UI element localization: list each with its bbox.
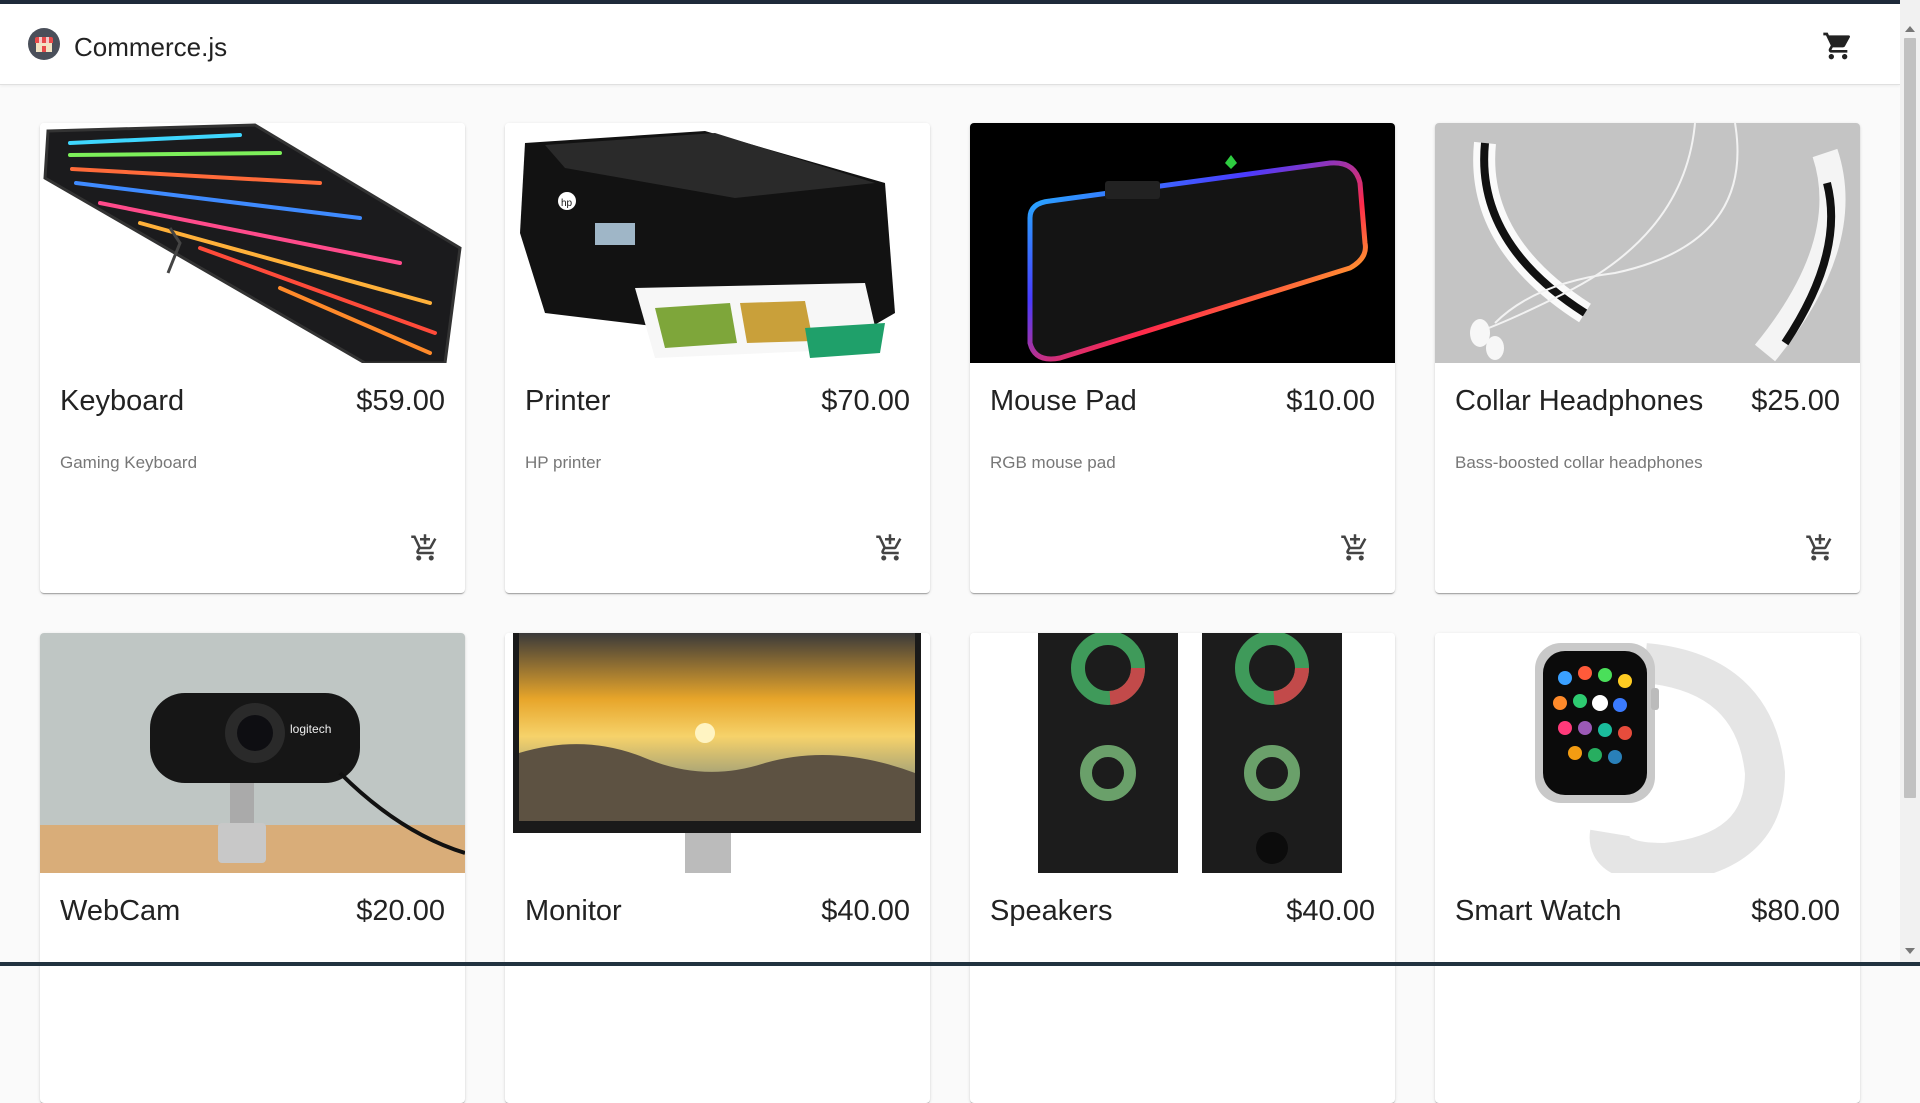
product-price: $59.00 — [356, 385, 445, 417]
mousepad-image — [970, 123, 1395, 363]
add-shopping-cart-icon — [411, 534, 437, 561]
product-name[interactable]: Monitor — [525, 895, 622, 928]
product-price: $70.00 — [821, 385, 910, 417]
headphones-image — [1435, 123, 1860, 363]
printer-image: hp — [505, 123, 930, 363]
monitor-image — [505, 633, 930, 873]
add-shopping-cart-icon — [1806, 534, 1832, 561]
product-card-collar-headphones[interactable]: Collar Headphones $25.00 Bass-boosted co… — [1435, 123, 1860, 593]
product-description: RGB mouse pad — [990, 453, 1116, 472]
product-price: $40.00 — [1286, 895, 1375, 927]
product-price: $25.00 — [1751, 385, 1840, 417]
scroll-up-arrow-icon[interactable] — [1900, 22, 1920, 36]
product-name[interactable]: Collar Headphones — [1455, 385, 1703, 418]
svg-text:logitech: logitech — [290, 722, 331, 736]
speakers-image — [970, 633, 1395, 873]
product-price: $20.00 — [356, 895, 445, 927]
product-name[interactable]: Speakers — [990, 895, 1113, 928]
product-card-keyboard[interactable]: Keyboard $59.00 Gaming Keyboard — [40, 123, 465, 593]
add-shopping-cart-icon — [876, 534, 902, 561]
product-description: Gaming Keyboard — [60, 453, 198, 472]
product-card-smart-watch[interactable]: Smart Watch $80.00 — [1435, 633, 1860, 1103]
product-card-mouse-pad[interactable]: Mouse Pad $10.00 RGB mouse pad — [970, 123, 1395, 593]
svg-text:hp: hp — [561, 198, 573, 209]
product-name[interactable]: Smart Watch — [1455, 895, 1622, 928]
brand-title[interactable]: Commerce.js — [74, 32, 227, 63]
product-name[interactable]: WebCam — [60, 895, 180, 928]
shop-logo-icon[interactable] — [28, 28, 60, 60]
add-to-cart-button[interactable] — [875, 533, 905, 563]
product-name[interactable]: Keyboard — [60, 385, 184, 418]
add-to-cart-button[interactable] — [410, 533, 440, 563]
product-card-printer[interactable]: hp Printer $70.00 HP printer — [505, 123, 930, 593]
smartwatch-image — [1435, 633, 1860, 873]
add-to-cart-button[interactable] — [1805, 533, 1835, 563]
product-card-webcam[interactable]: logitech WebCam $20.00 — [40, 633, 465, 1103]
add-to-cart-button[interactable] — [1340, 533, 1370, 563]
add-shopping-cart-icon — [1341, 534, 1367, 561]
shopping-cart-icon[interactable] — [1822, 30, 1854, 62]
product-price: $40.00 — [821, 895, 910, 927]
scroll-down-arrow-icon[interactable] — [1900, 944, 1920, 958]
product-name[interactable]: Printer — [525, 385, 610, 418]
vertical-scrollbar[interactable] — [1900, 0, 1920, 966]
product-price: $80.00 — [1751, 895, 1840, 927]
product-description: Bass-boosted collar headphones — [1455, 453, 1703, 472]
product-price: $10.00 — [1286, 385, 1375, 417]
webcam-image: logitech — [40, 633, 465, 873]
taskbar-edge — [0, 962, 1920, 966]
product-card-monitor[interactable]: Monitor $40.00 — [505, 633, 930, 1103]
scrollbar-thumb[interactable] — [1904, 38, 1916, 798]
app-bar: Commerce.js — [0, 4, 1900, 85]
product-card-speakers[interactable]: Speakers $40.00 — [970, 633, 1395, 1103]
product-description: HP printer — [525, 453, 602, 472]
keyboard-image — [40, 123, 465, 363]
product-name[interactable]: Mouse Pad — [990, 385, 1137, 418]
